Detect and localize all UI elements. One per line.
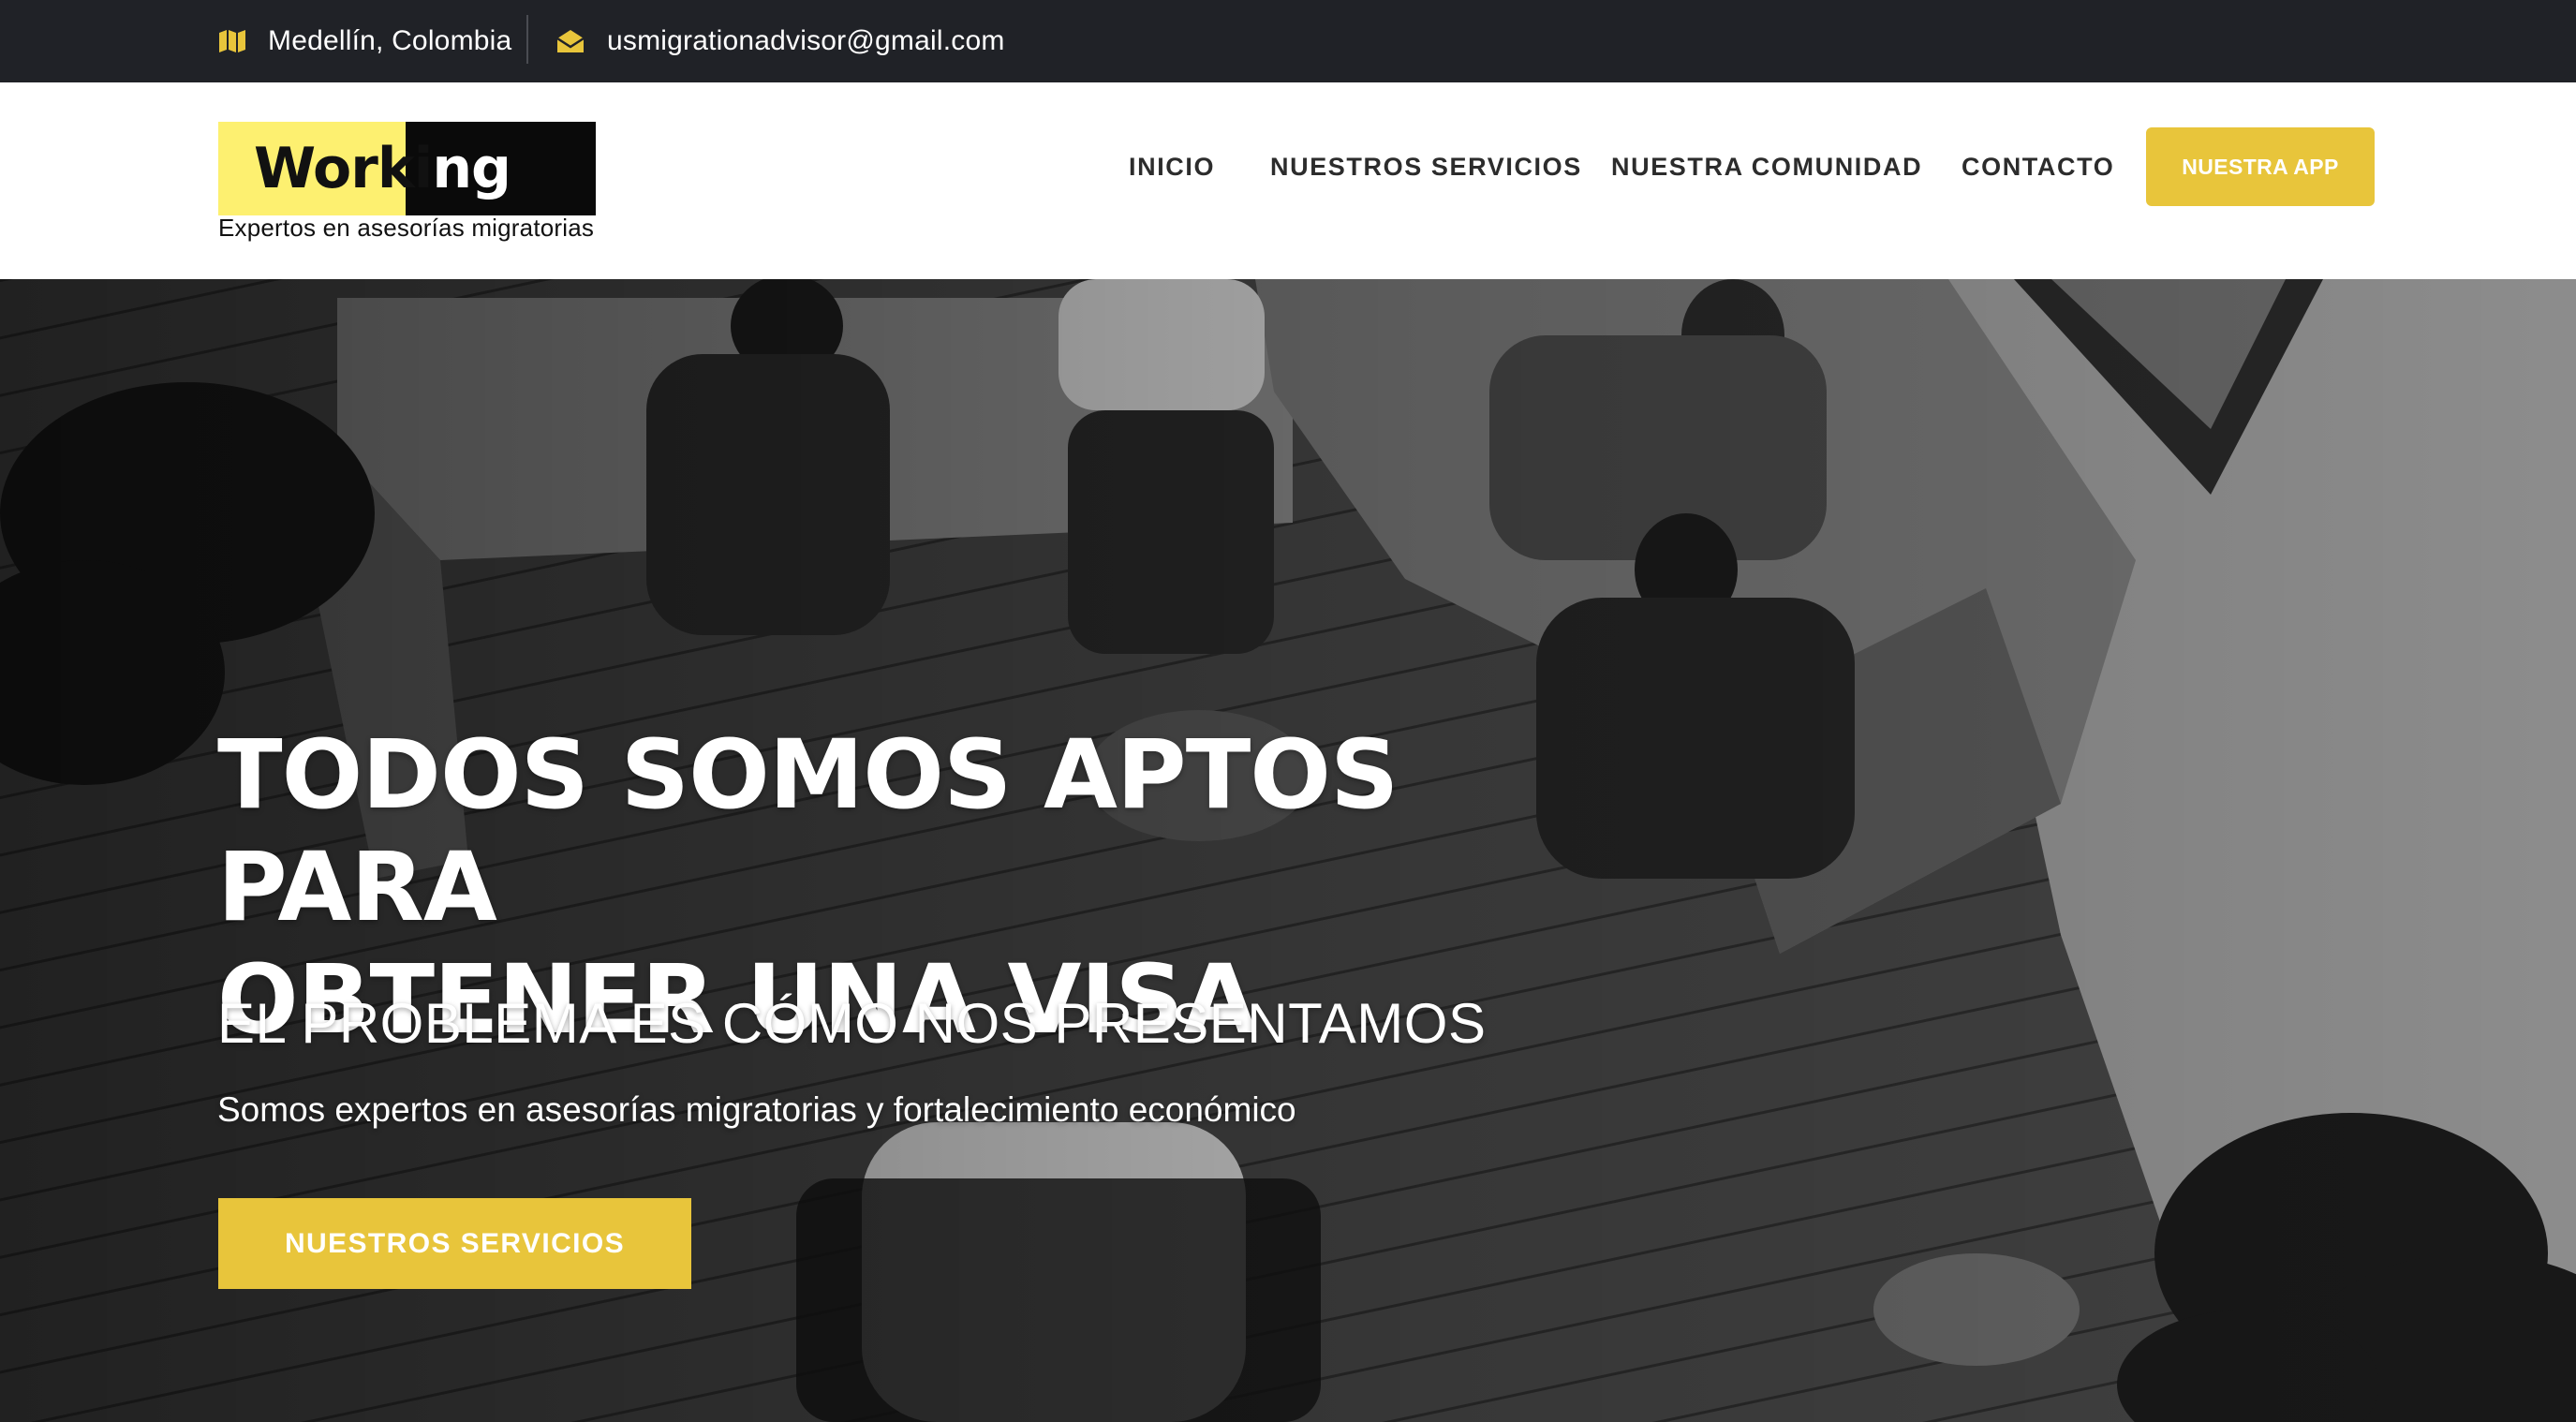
- logo-text-split: i: [413, 136, 434, 201]
- logo-text-dark: Work: [254, 136, 415, 201]
- logo-tagline: Expertos en asesorías migratorias: [218, 214, 595, 242]
- hero-subtitle: EL PROBLEMA ES CÓMO NOS PRESENTAMOS: [217, 992, 1487, 1055]
- nav-item-contacto[interactable]: CONTACTO: [1962, 82, 2114, 251]
- envelope-icon: [556, 28, 586, 54]
- map-icon: [217, 28, 247, 54]
- hero-section: TODOS SOMOS APTOS PARA OBTENER UNA VISA …: [0, 279, 2576, 1422]
- hero-description: Somos expertos en asesorías migratorias …: [217, 1090, 1296, 1129]
- hero-title-line-1: TODOS SOMOS APTOS PARA: [217, 719, 1399, 943]
- nav-item-label[interactable]: NUESTROS SERVICIOS: [1270, 153, 1582, 182]
- nav-item-servicios[interactable]: NUESTROS SERVICIOS: [1270, 82, 1582, 251]
- location-info: Medellín, Colombia: [217, 0, 511, 82]
- email-link[interactable]: usmigrationadvisor@gmail.com: [607, 25, 1005, 57]
- nav-item-inicio[interactable]: INICIO: [1129, 82, 1215, 251]
- site-header: Working us Expertos en asesorías migrato…: [0, 82, 2576, 279]
- nav-item-comunidad[interactable]: NUESTRA COMUNIDAD: [1611, 82, 1922, 251]
- logo[interactable]: Working us: [218, 122, 596, 269]
- nav-item-label[interactable]: INICIO: [1129, 153, 1215, 182]
- nav-item-label[interactable]: CONTACTO: [1962, 153, 2114, 182]
- services-button[interactable]: NUESTROS SERVICIOS: [218, 1198, 691, 1289]
- nav-item-label[interactable]: NUESTRA COMUNIDAD: [1611, 153, 1922, 182]
- app-button[interactable]: NUESTRA APP: [2146, 127, 2375, 206]
- email-info[interactable]: usmigrationadvisor@gmail.com: [556, 0, 1005, 82]
- topbar-divider: [526, 15, 528, 64]
- location-text: Medellín, Colombia: [268, 25, 512, 56]
- logo-wordmark: Working us: [254, 135, 596, 270]
- top-info-bar: Medellín, Colombia usmigrationadvisor@gm…: [0, 0, 2576, 82]
